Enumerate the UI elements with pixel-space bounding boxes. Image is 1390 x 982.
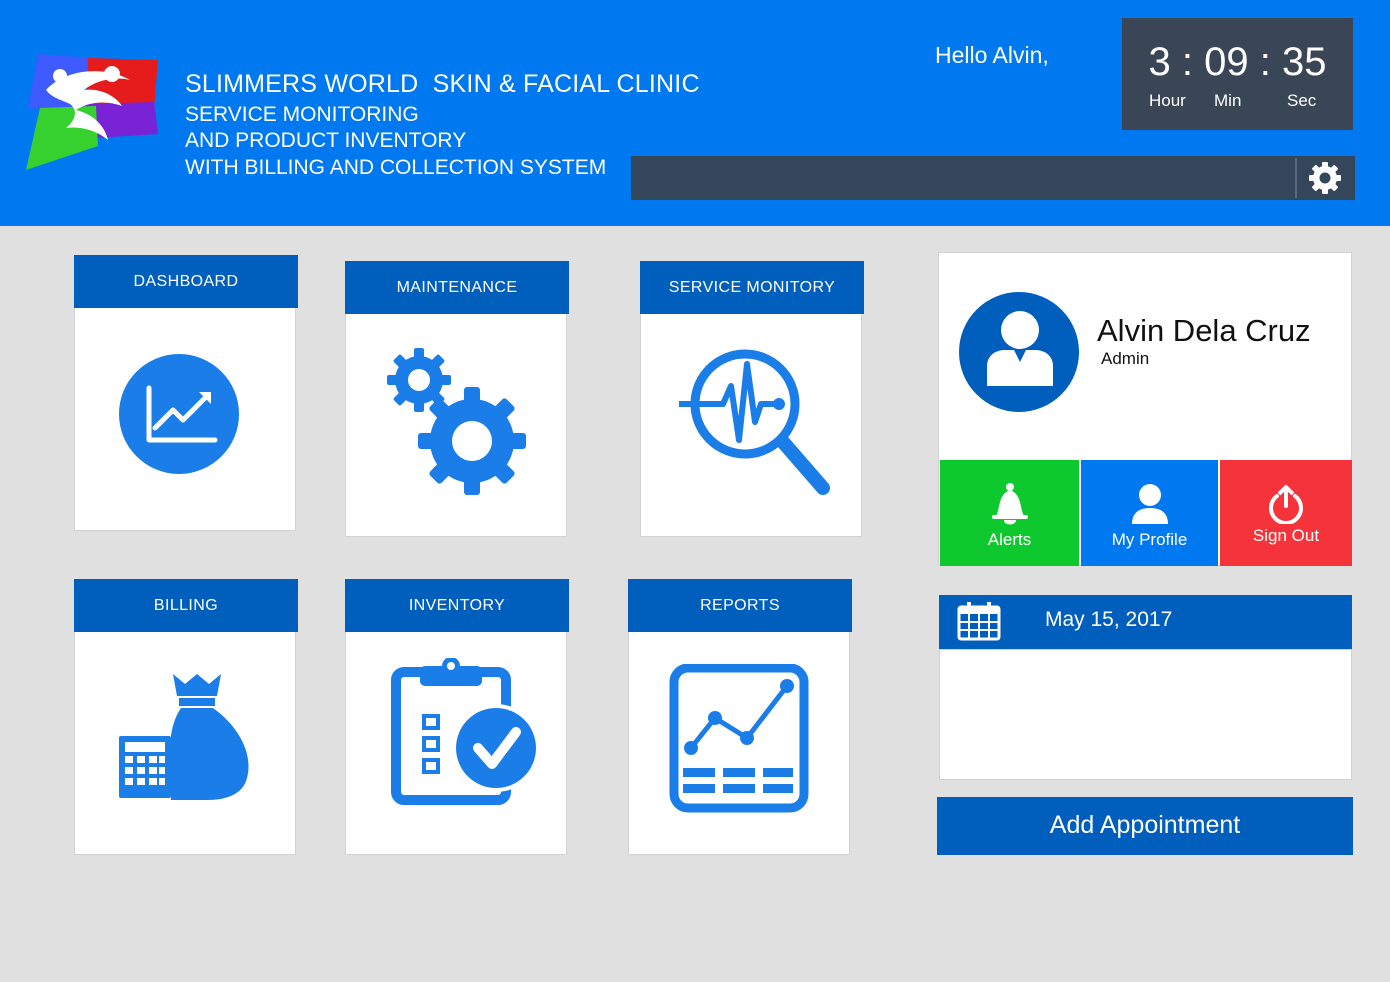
power-icon — [1269, 485, 1303, 524]
trend-chart-icon — [119, 354, 239, 479]
tile-billing-label: BILLING — [74, 579, 298, 632]
tile-service-monitory[interactable]: SERVICE MONITORY — [640, 261, 864, 537]
tile-maintenance[interactable]: MAINTENANCE — [345, 261, 569, 537]
bell-icon — [992, 483, 1028, 525]
tile-reports-label: REPORTS — [628, 579, 852, 632]
gear-icon — [1309, 162, 1341, 194]
alerts-label: Alerts — [987, 530, 1032, 549]
app-subtitle-line-2: AND PRODUCT INVENTORY — [185, 129, 467, 152]
sign-out-button[interactable]: Sign Out — [1220, 460, 1352, 566]
tile-inventory[interactable]: INVENTORY — [345, 579, 569, 855]
calendar-date: May 15, 2017 — [1045, 608, 1173, 631]
avatar — [959, 292, 1079, 412]
profile-name: Alvin Dela Cruz — [1097, 313, 1311, 348]
greeting-text: Hello Alvin, — [935, 42, 1049, 68]
clock-sec-label: Sec — [1287, 91, 1317, 110]
money-bag-calculator-icon — [117, 666, 257, 811]
add-appointment-button[interactable]: Add Appointment — [937, 797, 1353, 855]
tile-billing[interactable]: BILLING — [74, 579, 298, 855]
calendar-header: May 15, 2017 — [939, 595, 1352, 649]
tile-service-monitory-label: SERVICE MONITORY — [640, 261, 864, 314]
calendar-icon — [957, 602, 1001, 641]
tile-dashboard-label: DASHBOARD — [74, 255, 298, 308]
gears-icon — [386, 346, 530, 501]
tile-reports[interactable]: REPORTS — [628, 579, 852, 855]
alerts-button[interactable]: Alerts — [940, 460, 1079, 566]
tile-maintenance-label: MAINTENANCE — [345, 261, 569, 314]
my-profile-label: My Profile — [1111, 530, 1188, 549]
report-chart-icon — [669, 663, 811, 819]
settings-button[interactable] — [1305, 161, 1345, 195]
app-header: SLIMMERS WORLD SKIN & FACIAL CLINIC SERV… — [0, 0, 1390, 226]
clock-min-label: Min — [1214, 91, 1242, 110]
app-subtitle-line-1: SERVICE MONITORING — [185, 103, 419, 126]
calendar-body — [939, 649, 1352, 780]
app-subtitle-line-3: WITH BILLING AND COLLECTION SYSTEM — [185, 156, 607, 179]
search-bar[interactable] — [631, 156, 1355, 200]
clock-hour-label: Hour — [1149, 91, 1186, 110]
digital-clock: 3 : 09 : 35 Hour Min Sec — [1122, 18, 1353, 130]
app-title: SLIMMERS WORLD SKIN & FACIAL CLINIC — [185, 70, 700, 98]
tile-inventory-label: INVENTORY — [345, 579, 569, 632]
user-avatar-icon — [959, 292, 1079, 412]
pulse-magnifier-icon — [675, 342, 835, 507]
my-profile-button[interactable]: My Profile — [1081, 460, 1218, 566]
search-divider — [1295, 158, 1297, 198]
sign-out-label: Sign Out — [1252, 526, 1320, 545]
clipboard-check-icon — [390, 657, 542, 813]
clock-time: 3 : 09 : 35 — [1148, 40, 1327, 84]
user-icon — [1132, 484, 1168, 524]
tile-dashboard[interactable]: DASHBOARD — [74, 255, 298, 531]
clinic-logo — [26, 50, 162, 172]
profile-card: Alvin Dela Cruz Admin Alerts My Profile … — [938, 252, 1352, 566]
profile-role: Admin — [1101, 349, 1150, 368]
